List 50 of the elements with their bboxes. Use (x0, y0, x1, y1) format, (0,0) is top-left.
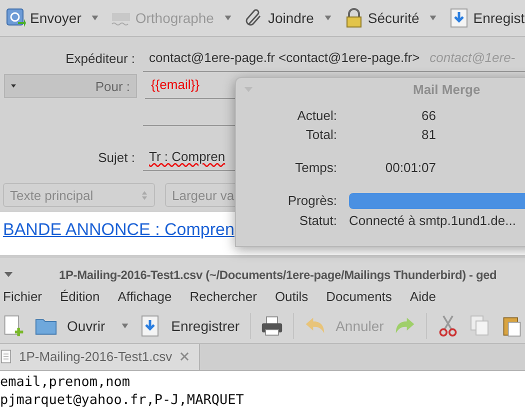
envelope-icon (6, 8, 26, 28)
toolbar-button[interactable]: Joindre (240, 6, 336, 30)
stat-value: 81 (420, 127, 436, 142)
progress-label: Progrès: (286, 193, 337, 209)
stat-value: 00:01:07 (384, 160, 436, 175)
field-label: Expéditeur : (64, 51, 135, 68)
status-label: Statut: (298, 213, 337, 228)
open-button[interactable]: Ouvrir (35, 314, 130, 337)
caret-icon (324, 15, 332, 21)
padlock-icon (344, 8, 364, 28)
save-icon (449, 8, 470, 28)
save-icon (139, 314, 162, 337)
close-icon[interactable] (180, 352, 190, 362)
stat-label: Temps: (294, 160, 337, 175)
text-line: pjmarquet@yahoo.fr,P-J,MARQUET (0, 392, 245, 410)
document-tab[interactable]: 1P-Mailing-2016-Test1.csv (0, 344, 200, 370)
caret-icon (429, 15, 438, 21)
menu-item[interactable]: Fichier (3, 289, 42, 304)
printer-icon[interactable] (260, 314, 283, 337)
clipboard-icon[interactable] (500, 314, 523, 337)
document-icon (1, 349, 11, 364)
caret-icon (91, 15, 100, 21)
caret-icon (224, 15, 232, 21)
menu-item[interactable]: Aide (410, 289, 436, 304)
stat-label: Actuel: (296, 108, 337, 123)
new-document-icon[interactable] (3, 314, 25, 337)
toolbar-button[interactable]: Sécurité (340, 6, 442, 30)
sender-field[interactable]: contact@1ere-page.fr <contact@1ere-page.fr> contact@1ere- (143, 50, 525, 72)
stat-label: Total: (304, 127, 337, 142)
menu-item[interactable]: Affichage (118, 289, 172, 304)
copy-icon[interactable] (468, 314, 491, 337)
window-title: 1P-Mailing-2016-Test1.csv (~/Documents/1ere-page/Mailings Thunderbird) - ged (59, 268, 497, 282)
menu-item[interactable]: Édition (60, 289, 100, 304)
field-label: Sujet : (97, 150, 135, 167)
text-line: email,prenom,nom (0, 374, 132, 392)
menu-item[interactable]: Documents (326, 289, 392, 304)
scissors-icon[interactable] (436, 314, 459, 337)
dialog-title: Mail Merge (413, 82, 480, 96)
caret-icon (11, 84, 16, 88)
body-link[interactable]: BANDE ANNONCE : Compren (3, 220, 234, 239)
toolbar-button[interactable]: Enregist (445, 6, 525, 30)
caret-icon (4, 272, 13, 278)
status-text: Connecté à smtp.1und1.de... (349, 213, 517, 228)
save-button[interactable]: Enregistrer (139, 314, 240, 337)
toolbar-button[interactable]: Envoyer (2, 6, 104, 30)
stat-value: 66 (420, 108, 436, 123)
updown-icon (141, 190, 148, 200)
menu-item[interactable]: Outils (274, 289, 308, 304)
caret-icon (121, 322, 130, 329)
menu-item[interactable]: Rechercher (190, 289, 257, 304)
